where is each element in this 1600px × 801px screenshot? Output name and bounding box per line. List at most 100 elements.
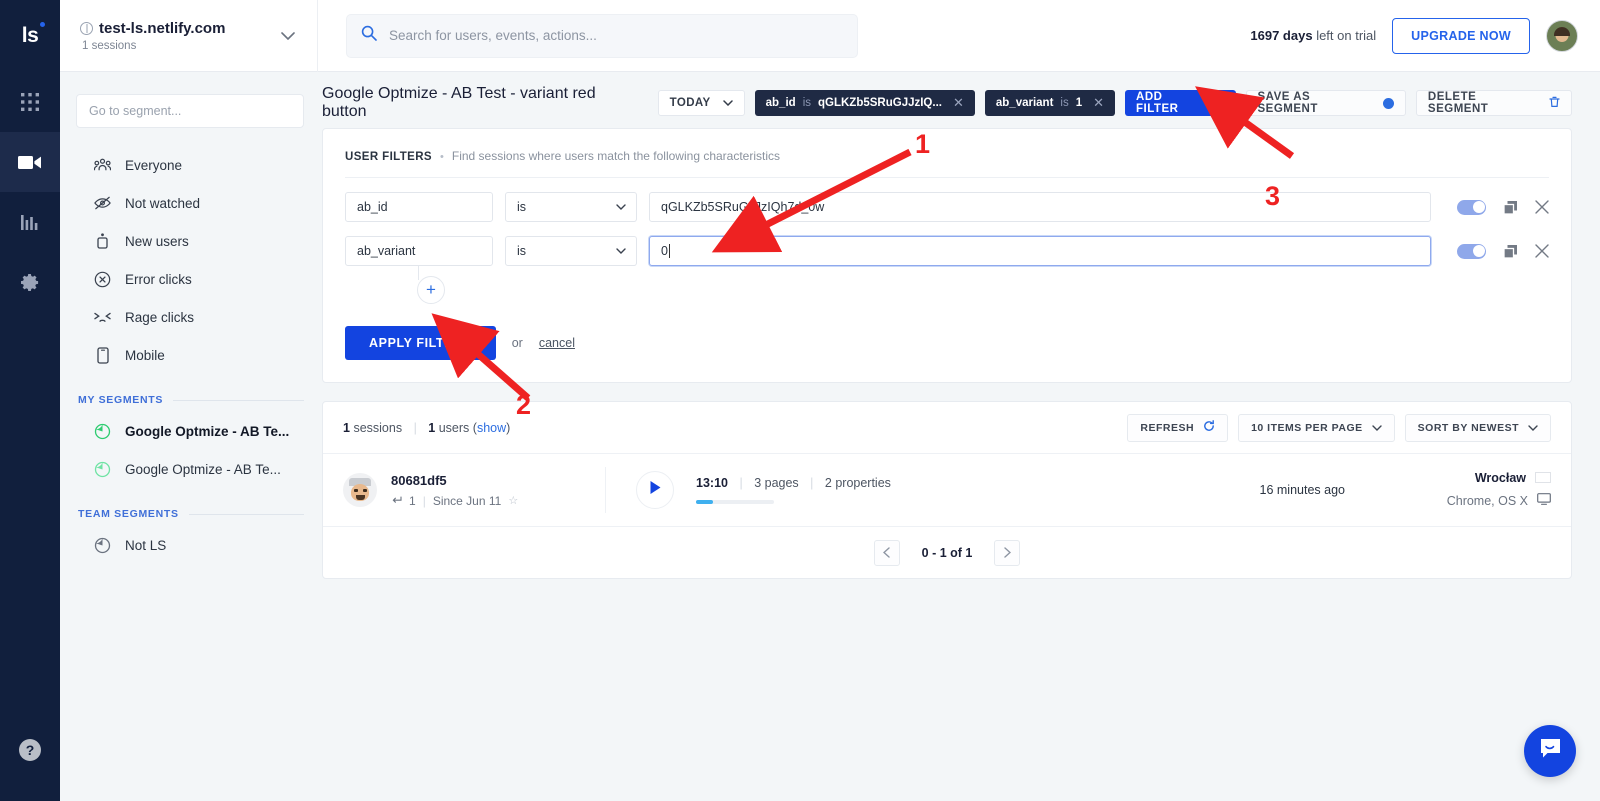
chevron-down-icon (1372, 425, 1382, 431)
rail-item-dashboard[interactable] (0, 72, 60, 132)
annotation-number-3: 3 (1265, 181, 1280, 212)
save-as-segment-label: SAVE AS SEGMENT (1258, 91, 1374, 115)
remove-filter-icon[interactable] (1535, 200, 1549, 214)
error-circle-icon (94, 271, 111, 288)
annotation-number-2: 2 (516, 390, 531, 421)
user-filters-description: Find sessions where users match the foll… (452, 149, 780, 163)
sort-select[interactable]: SORT BY NEWEST (1405, 414, 1551, 442)
upgrade-button[interactable]: UPGRADE NOW (1392, 18, 1530, 54)
filter-key-field[interactable]: ab_id (345, 192, 493, 222)
sidebar-item-error-clicks[interactable]: Error clicks (76, 260, 304, 298)
help-icon[interactable]: ? (19, 739, 41, 761)
users-count-label: users (439, 421, 470, 435)
refresh-label: REFRESH (1140, 422, 1194, 434)
date-range-selector[interactable]: TODAY (658, 90, 745, 116)
session-row[interactable]: 80681df5 1 | Since Jun 11 ☆ (323, 454, 1571, 526)
filter-row-actions (1457, 200, 1549, 215)
search-input[interactable] (389, 28, 843, 43)
or-label: or (512, 336, 523, 350)
duplicate-icon[interactable] (1503, 244, 1518, 259)
delete-segment-button[interactable]: DELETE SEGMENT (1416, 90, 1572, 116)
user-filters-header: USER FILTERS • Find sessions where users… (345, 149, 1549, 178)
mobile-icon (94, 347, 111, 364)
filter-chip-value: qGLKZb5SRuGJJzIQ... (818, 97, 942, 109)
segment-item-google-optimize-2[interactable]: Google Optmize - AB Te... (76, 450, 304, 488)
divider (189, 514, 304, 515)
refresh-button[interactable]: REFRESH (1127, 414, 1228, 442)
filter-enable-toggle[interactable] (1457, 200, 1486, 215)
global-search[interactable] (346, 14, 858, 58)
segment-item-label: Google Optmize - AB Te... (125, 424, 289, 439)
add-filter-row: + (345, 276, 1549, 304)
segment-item-label: Not LS (125, 538, 166, 553)
left-nav-rail: ls (0, 0, 60, 801)
show-users-link[interactable]: show (477, 421, 506, 435)
sessions-count-label: sessions (353, 421, 402, 435)
session-avatar (343, 473, 377, 507)
session-details: 13:10 | 3 pages | 2 properties (696, 476, 891, 504)
close-icon[interactable]: ✕ (953, 95, 964, 111)
session-since: Since Jun 11 (433, 494, 502, 508)
people-icon (94, 158, 111, 172)
rail-item-settings[interactable] (0, 252, 60, 312)
users-count-number: 1 (428, 421, 435, 435)
app-root: ls (0, 0, 1600, 801)
filter-chip-ab-variant[interactable]: ab_variant is 1 ✕ (985, 90, 1115, 116)
new-user-icon (94, 233, 111, 249)
session-user-id: 80681df5 (391, 473, 518, 488)
segments-sidebar: Everyone Not watched (60, 72, 322, 801)
filter-enable-toggle[interactable] (1457, 244, 1486, 259)
trial-status: 1697 days left on trial (1250, 28, 1376, 43)
sidebar-item-not-watched[interactable]: Not watched (76, 184, 304, 222)
divider: | (739, 476, 742, 490)
close-icon[interactable]: ✕ (1093, 95, 1104, 111)
filter-operator-select[interactable]: is (505, 236, 637, 266)
delete-segment-label: DELETE SEGMENT (1428, 91, 1540, 115)
add-filter-row-button[interactable]: + (417, 276, 445, 304)
filter-operator-select[interactable]: is (505, 192, 637, 222)
sidebar-item-label: Rage clicks (125, 310, 194, 325)
play-button[interactable] (636, 471, 674, 509)
filter-chip-ab-id[interactable]: ab_id is qGLKZb5SRuGJJzIQ... ✕ (755, 90, 975, 116)
app-logo[interactable]: ls (0, 0, 60, 72)
add-filter-button[interactable]: ADD FILTER + (1125, 90, 1235, 116)
filter-operator-label: is (517, 244, 526, 258)
duplicate-icon[interactable] (1503, 200, 1518, 215)
divider: | (810, 476, 813, 490)
apply-row: APPLY FILTERS or cancel (345, 326, 1549, 360)
items-per-page-select[interactable]: 10 ITEMS PER PAGE (1238, 414, 1395, 442)
filter-chip-value: 1 (1076, 97, 1082, 109)
session-duration: 13:10 (696, 476, 728, 490)
sidebar-item-new-users[interactable]: New users (76, 222, 304, 260)
next-page-button[interactable] (994, 540, 1020, 566)
prev-page-button[interactable] (874, 540, 900, 566)
cancel-link[interactable]: cancel (539, 336, 575, 350)
segment-item-not-ls[interactable]: Not LS (76, 526, 304, 564)
sidebar-item-mobile[interactable]: Mobile (76, 336, 304, 374)
apply-filters-button[interactable]: APPLY FILTERS (345, 326, 496, 360)
favorite-star-icon[interactable]: ☆ (508, 494, 518, 507)
filter-value-field[interactable]: qGLKZb5SRuGJJzIQh7d_0w (649, 192, 1431, 222)
filter-value-field-active[interactable]: 0 (649, 236, 1431, 266)
trial-text: left on trial (1316, 28, 1376, 43)
sidebar-item-everyone[interactable]: Everyone (76, 146, 304, 184)
avatar[interactable] (1546, 20, 1578, 52)
segment-item-google-optimize-1[interactable]: Google Optmize - AB Te... (76, 412, 304, 450)
trial-days: 1697 days (1250, 28, 1312, 43)
page-title: Google Optmize - AB Test - variant red b… (322, 85, 644, 121)
rail-item-analytics[interactable] (0, 192, 60, 252)
chevron-down-icon (723, 100, 733, 106)
body: Everyone Not watched (60, 72, 1600, 801)
intercom-chat-button[interactable] (1524, 725, 1576, 777)
site-selector[interactable]: test-ls.netlify.com 1 sessions (60, 0, 318, 72)
team-segments-header: TEAM SEGMENTS (78, 508, 304, 520)
segment-search-input[interactable] (76, 94, 304, 128)
rail-item-sessions[interactable] (0, 132, 60, 192)
session-geo: Wrocław Chrome, OS X (1403, 471, 1551, 510)
filter-operator-label: is (517, 200, 526, 214)
save-as-segment-button[interactable]: SAVE AS SEGMENT (1246, 90, 1406, 116)
filter-key-field[interactable]: ab_variant (345, 236, 493, 266)
pie-chart-icon (94, 537, 111, 554)
sidebar-item-rage-clicks[interactable]: Rage clicks (76, 298, 304, 336)
remove-filter-icon[interactable] (1535, 244, 1549, 258)
